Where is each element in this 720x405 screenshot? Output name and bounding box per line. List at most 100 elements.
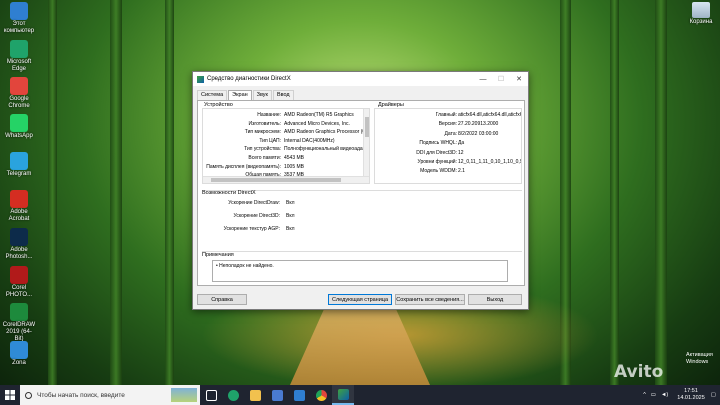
desktop-icon-computer[interactable]: Этот компьютер — [2, 2, 36, 35]
edge-icon — [10, 40, 28, 58]
taskbar-dxdiag[interactable] — [332, 385, 354, 405]
edge-icon — [227, 389, 239, 401]
taskbar-chrome[interactable] — [310, 385, 332, 405]
row-key: Подпись WHQL: — [419, 140, 457, 147]
desktop-icon-label: WhatsApp — [5, 133, 33, 139]
row-key: Тип ЦАП: — [259, 137, 281, 144]
exit-button[interactable]: Выход — [468, 294, 522, 305]
row-value: AMD Radeon(TM) R5 Graphics — [284, 112, 354, 118]
maximize-button[interactable]: ☐ — [492, 72, 510, 86]
dxdiag-window[interactable]: Средство диагностики DirectX — ☐ ✕ Систе… — [192, 71, 529, 310]
row-key: Всего памяти: — [248, 155, 281, 161]
show-hidden-icons-icon[interactable]: ^ — [643, 392, 646, 398]
notes-bullet-icon: • — [216, 263, 218, 269]
desktop-icon-corel-photo[interactable]: Corel PHOTO... — [2, 266, 36, 299]
row-value: Вкл — [286, 200, 295, 206]
device-info-list[interactable]: Название: AMD Radeon(TM) R5 Graphics Изгот… — [202, 108, 370, 184]
network-icon[interactable]: ▭ — [651, 392, 656, 398]
start-button[interactable] — [0, 385, 20, 405]
help-button[interactable]: Справка — [197, 294, 247, 305]
next-page-button[interactable]: Следующая страница — [328, 294, 392, 305]
row-key: Дата: — [444, 130, 457, 137]
acrobat-icon — [10, 190, 28, 208]
taskbar-file-explorer[interactable] — [244, 385, 266, 405]
volume-icon[interactable]: ◄) — [661, 392, 668, 398]
desktop-icon-label: Zona — [12, 360, 26, 366]
chrome-icon — [315, 389, 327, 401]
desktop-icon-coreldraw[interactable]: CorelDRAW 2019 (64-Bit) — [2, 303, 36, 343]
row-key: Изготовитель: — [248, 120, 282, 127]
recycle-bin[interactable]: Корзина — [684, 2, 718, 25]
desktop-icon-telegram[interactable]: Telegram — [2, 152, 36, 178]
taskbar-store[interactable] — [266, 385, 288, 405]
clock-time: 17:51 — [684, 388, 698, 394]
clock[interactable]: 17:51 14.01.2025 — [677, 388, 705, 402]
device-horizontal-scrollbar[interactable] — [203, 176, 369, 183]
row-key: Ускорение Direct3D: — [233, 213, 281, 219]
windows-activation-notice: Активация Windows — [686, 352, 713, 365]
taskbar: Чтобы начать поиск, введите ^ ▭ ◄) 17:51… — [0, 385, 720, 405]
taskbar-search-box[interactable]: Чтобы начать поиск, введите — [20, 385, 200, 405]
save-all-button[interactable]: Сохранить все сведения... — [395, 294, 465, 305]
notifications-icon[interactable]: ▢ — [711, 392, 716, 398]
driver-row: Уровни функций: 12_0,11_1,11_0,10_1,10_0,… — [375, 159, 521, 167]
taskbar-edge[interactable] — [222, 385, 244, 405]
device-row: Изготовитель: Advanced Micro Devices, Inc… — [203, 121, 369, 129]
store-icon — [271, 389, 283, 401]
desktop-icon-label: Telegram — [6, 171, 32, 177]
device-row: Всего памяти: 4543 MB — [203, 155, 369, 163]
desktop-icon-photoshop[interactable]: Adobe Photosh... — [2, 228, 36, 261]
row-value: Вкл — [286, 226, 295, 232]
directx-row: Ускорение текстур AGP: Вкл — [202, 226, 402, 234]
device-row: Память дисплея (видеопамять): 1005 MB — [203, 164, 369, 172]
chrome-icon — [10, 77, 28, 95]
row-value: Полнофункциональный видеоадапте — [284, 146, 370, 153]
notes-group: Примечания • Неполадок не найдено. — [202, 251, 522, 283]
desktop-icon-zona[interactable]: Zona — [2, 341, 36, 367]
recycle-bin-label: Корзина — [689, 19, 713, 25]
desktop-icon-label: Corel PHOTO... — [5, 285, 33, 298]
display-tab-panel: Устройство Название: AMD Radeon(TM) R5 Gr… — [197, 100, 525, 286]
driver-row: DDI для Direct3D: 12 — [375, 150, 521, 158]
device-row: Название: AMD Radeon(TM) R5 Graphics — [203, 112, 369, 120]
task-view-button[interactable] — [200, 385, 222, 405]
tab-display[interactable]: Экран — [228, 90, 252, 100]
computer-icon — [10, 2, 28, 20]
task-view-icon — [205, 389, 217, 401]
row-value: 27.20.20913.2000 — [458, 121, 499, 128]
driver-row: Подпись WHQL: Да — [375, 140, 521, 148]
row-key: Ускорение текстур AGP: — [223, 226, 280, 232]
avito-watermark: Avito — [614, 362, 664, 382]
button-row: Справка Следующая страница Сохранить все… — [197, 294, 525, 306]
mail-icon — [293, 389, 305, 401]
directx-group-label: Возможности DirectX — [202, 190, 256, 196]
minimize-button[interactable]: — — [474, 72, 492, 86]
row-value: Internal DAC(400MHz) — [284, 137, 335, 144]
close-button[interactable]: ✕ — [510, 72, 528, 86]
title-bar[interactable]: Средство диагностики DirectX — ☐ ✕ — [193, 72, 528, 86]
row-value: 12_0,11_1,11_0,10_1,10_0,9_3,9_2, — [458, 159, 521, 165]
desktop-icon-whatsapp[interactable]: WhatsApp — [2, 114, 36, 140]
directx-features-group: Возможности DirectX Ускорение DirectDraw… — [202, 190, 522, 242]
notes-text: Неполадок не найдено. — [219, 263, 274, 269]
desktop-icon-edge[interactable]: Microsoft Edge — [2, 40, 36, 73]
desktop-icon-label: Adobe Photosh... — [5, 247, 33, 260]
desktop-icon-label: Этот компьютер — [3, 21, 35, 34]
taskbar-mail[interactable] — [288, 385, 310, 405]
row-key: DDI для Direct3D: — [416, 149, 457, 156]
device-vertical-scrollbar[interactable] — [363, 109, 369, 177]
desktop-icon-chrome[interactable]: Google Chrome — [2, 77, 36, 110]
row-value: 12 — [458, 149, 464, 156]
desktop-icon-acrobat[interactable]: Adobe Acrobat — [2, 190, 36, 223]
row-value: 8/2/2022 03:00:00 — [458, 130, 499, 137]
tab-system[interactable]: Система — [197, 90, 228, 100]
tab-input[interactable]: Ввод — [272, 90, 294, 100]
coreldraw-icon — [10, 303, 28, 321]
row-value: Вкл — [286, 213, 295, 219]
row-key: Ускорение DirectDraw: — [228, 200, 280, 206]
row-key: Главный: — [435, 112, 457, 118]
tab-sound[interactable]: Звук — [252, 90, 272, 100]
notes-box[interactable]: • Неполадок не найдено. — [212, 260, 508, 282]
driver-row: Главный: aticfx64.dll,aticfx64.dll,aticfx… — [375, 112, 521, 120]
search-placeholder: Чтобы начать поиск, введите — [37, 391, 125, 399]
